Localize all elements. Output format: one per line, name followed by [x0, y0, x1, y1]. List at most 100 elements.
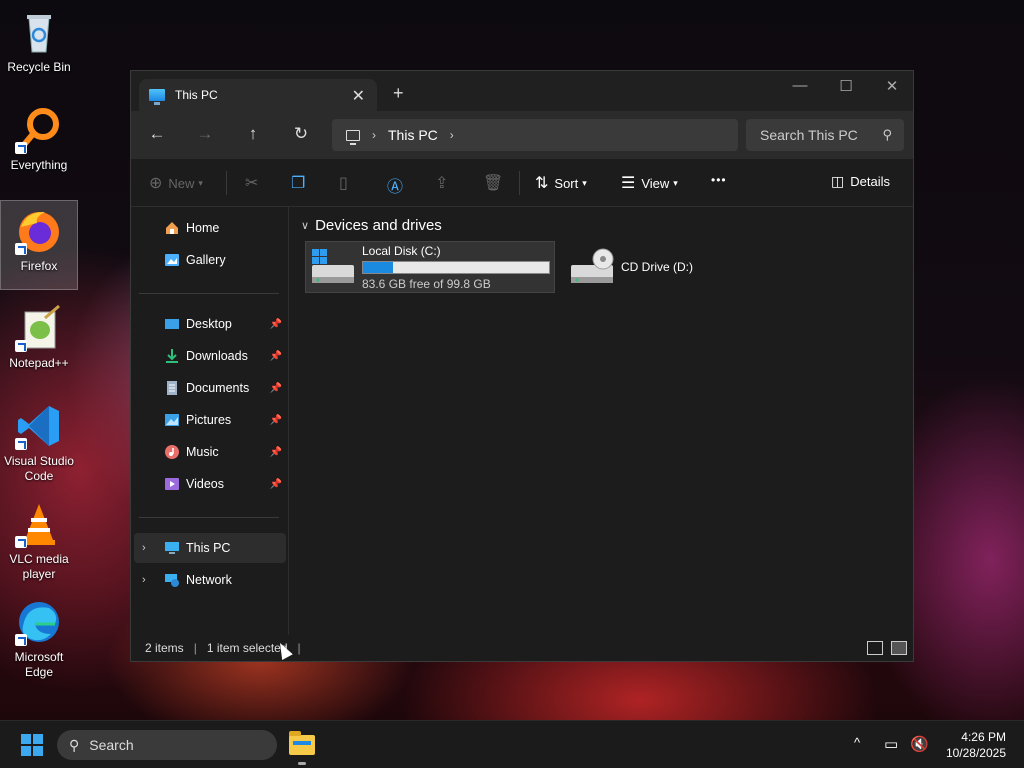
home-icon [164, 220, 180, 236]
tab-this-pc[interactable]: This PC ✕ [139, 79, 377, 111]
view-label: View [641, 175, 670, 191]
pin-icon[interactable]: 📌 [270, 415, 282, 426]
music-folder-icon [164, 444, 180, 460]
edge-icon [15, 598, 63, 646]
minimize-button[interactable]: — [777, 77, 823, 94]
share-button[interactable]: ⇪ [435, 173, 454, 193]
vscode-icon [15, 402, 63, 450]
new-button[interactable]: ⊕ New ▾ [149, 173, 203, 193]
taskbar: ⚲ Search ^ ▭ 🔇 4:26 PM 10/28/2025 [0, 720, 1024, 768]
view-button[interactable]: ☰ View ▾ [621, 173, 678, 193]
gallery-icon [164, 252, 180, 268]
search-input[interactable]: Search This PC ⚲ [746, 119, 904, 151]
sidebar-item-documents[interactable]: Documents 📌 [134, 373, 286, 403]
maximize-button[interactable]: ☐ [823, 77, 869, 95]
more-options-button[interactable]: ••• [711, 173, 727, 187]
desktop-icon-vscode[interactable]: Visual Studio Code [0, 396, 78, 492]
address-bar[interactable]: › This PC › [332, 119, 738, 151]
cut-button[interactable]: ✂ [245, 173, 264, 193]
search-placeholder: Search This PC [760, 127, 858, 143]
documents-folder-icon [164, 380, 180, 396]
chevron-right-icon[interactable]: › [142, 542, 146, 554]
shortcut-arrow-icon [15, 340, 27, 352]
desktop-icon-edge[interactable]: Microsoft Edge [0, 592, 78, 688]
paste-button[interactable]: ▯ [339, 173, 354, 193]
system-clock[interactable]: 4:26 PM 10/28/2025 [946, 729, 1006, 761]
back-button[interactable]: ← [145, 124, 169, 144]
command-divider [226, 171, 227, 195]
shortcut-arrow-icon [15, 243, 27, 255]
search-icon: ⚲ [69, 736, 80, 753]
details-view-icon[interactable] [867, 641, 883, 655]
sidebar-item-network[interactable]: › Network [134, 565, 286, 595]
sidebar-item-home[interactable]: Home [134, 213, 286, 243]
close-window-button[interactable]: ✕ [869, 77, 915, 95]
pin-icon[interactable]: 📌 [270, 447, 282, 458]
sidebar-item-downloads[interactable]: Downloads 📌 [134, 341, 286, 371]
desktop-icon-label: Recycle Bin [7, 60, 71, 74]
sidebar-item-pictures[interactable]: Pictures 📌 [134, 405, 286, 435]
share-icon: ⇪ [435, 175, 449, 192]
refresh-button[interactable]: ↻ [289, 124, 313, 144]
desktop-icon-recycle-bin[interactable]: Recycle Bin [0, 2, 78, 92]
details-pane-icon: ◫ [831, 173, 845, 189]
desktop-icon-vlc[interactable]: VLC media player [0, 494, 78, 590]
desktop-icon-firefox[interactable]: Firefox [0, 200, 78, 290]
delete-button[interactable]: 🗑 [483, 173, 509, 193]
status-separator: | [297, 641, 301, 655]
sidebar-item-label: Desktop [186, 317, 232, 331]
network-icon [164, 572, 180, 588]
sidebar-item-label: Downloads [186, 349, 248, 363]
pin-icon[interactable]: 📌 [270, 319, 282, 330]
file-explorer-taskbar-icon[interactable] [286, 729, 318, 765]
details-label: Details [850, 174, 890, 189]
clipboard-icon: ▯ [339, 175, 348, 192]
sidebar-item-gallery[interactable]: Gallery [134, 245, 286, 275]
plus-circle-icon: ⊕ [149, 175, 163, 192]
drive-local-disk-c[interactable]: Local Disk (C:) 83.6 GB free of 99.8 GB [305, 241, 555, 293]
sidebar-item-this-pc[interactable]: › This PC [134, 533, 286, 563]
sidebar-divider [139, 293, 279, 294]
large-icons-view-icon[interactable] [891, 641, 907, 655]
copy-icon: ❐ [291, 175, 306, 192]
forward-button[interactable]: → [193, 124, 217, 144]
breadcrumb-separator[interactable]: › [372, 128, 376, 142]
clock-date: 10/28/2025 [945, 746, 1006, 760]
desktop-icon-everything[interactable]: Everything [0, 100, 78, 190]
up-button[interactable]: ↑ [241, 124, 265, 144]
desktop-icon-notepad-plus-plus[interactable]: Notepad++ [0, 298, 78, 388]
new-label: New [168, 175, 195, 191]
pin-icon[interactable]: 📌 [270, 479, 282, 490]
volume-muted-icon[interactable]: 🔇 [910, 735, 929, 753]
copy-button[interactable]: ❐ [291, 173, 311, 193]
desktop-icon-label: VLC media player [9, 552, 69, 581]
close-tab-icon[interactable]: ✕ [352, 86, 365, 106]
sidebar-item-music[interactable]: Music 📌 [134, 437, 286, 467]
pin-icon[interactable]: 📌 [270, 383, 282, 394]
network-status-icon[interactable]: ▭ [884, 735, 898, 753]
command-divider [519, 171, 520, 195]
shortcut-arrow-icon [15, 536, 27, 548]
taskbar-search-input[interactable]: ⚲ Search [57, 730, 277, 760]
rename-button[interactable]: Ⓐ [387, 173, 409, 197]
sort-button[interactable]: ⇅ Sort ▾ [535, 173, 587, 193]
pin-icon[interactable]: 📌 [270, 351, 282, 362]
sidebar-item-label: Network [186, 573, 232, 587]
chevron-right-icon[interactable]: › [142, 574, 146, 586]
running-indicator [298, 762, 306, 765]
desktop-icon-label: Firefox [20, 259, 58, 273]
group-header-devices[interactable]: ∨ Devices and drives [301, 217, 442, 234]
details-pane-button[interactable]: ◫ Details [831, 173, 890, 190]
sidebar-item-label: Pictures [186, 413, 232, 427]
sidebar-item-label: Documents [186, 381, 250, 395]
sidebar-item-desktop[interactable]: Desktop 📌 [134, 309, 286, 339]
drive-cd-d[interactable]: CD Drive (D:) [565, 241, 745, 293]
chevron-down-icon: ▾ [198, 177, 203, 188]
new-tab-button[interactable]: + [393, 83, 404, 104]
drive-usage-bar [362, 260, 550, 274]
sidebar-item-videos[interactable]: Videos 📌 [134, 469, 286, 499]
tray-overflow-chevron-icon[interactable]: ^ [854, 735, 860, 750]
breadcrumb-separator[interactable]: › [450, 128, 454, 142]
breadcrumb-this-pc[interactable]: This PC [388, 127, 438, 143]
windows-start-icon[interactable] [21, 734, 43, 756]
